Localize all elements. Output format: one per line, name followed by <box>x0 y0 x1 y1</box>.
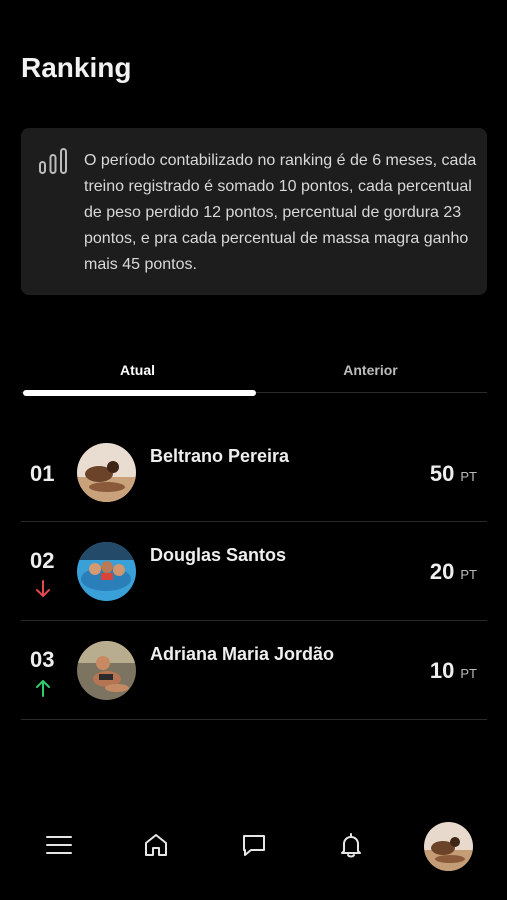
arrow-down-icon <box>36 580 50 597</box>
ranking-row[interactable]: 02 Douglas Santos 20 PT <box>21 522 487 621</box>
tab-active-indicator <box>23 390 256 396</box>
tab-anterior[interactable]: Anterior <box>254 362 487 378</box>
arrow-up-icon <box>36 680 50 697</box>
chat-icon[interactable] <box>239 830 269 860</box>
page-title: Ranking <box>21 52 132 83</box>
bottom-navigation <box>0 818 507 878</box>
user-avatar <box>77 641 136 700</box>
ranking-info-text: O período contabilizado no ranking é de … <box>84 152 477 273</box>
rank-position: 02 <box>30 548 55 573</box>
points-value: 20 <box>429 559 455 584</box>
ranking-info-card: O período contabilizado no ranking é de … <box>21 128 487 295</box>
profile-avatar[interactable] <box>424 822 473 871</box>
user-points: 50 PT <box>430 461 477 487</box>
user-name: Douglas Santos <box>150 545 287 565</box>
home-icon[interactable] <box>141 830 171 860</box>
user-name: Adriana Maria Jordão <box>150 644 335 664</box>
user-points: 20 PT <box>430 559 477 585</box>
user-avatar <box>77 443 136 502</box>
points-unit: PT <box>460 469 477 484</box>
points-value: 10 <box>429 658 455 683</box>
user-avatar <box>77 542 136 601</box>
user-name: Beltrano Pereira <box>150 446 290 466</box>
rank-position: 01 <box>30 461 55 486</box>
ranking-row[interactable]: 01 Beltrano Pereira 50 PT <box>21 423 487 522</box>
points-value: 50 <box>429 461 455 486</box>
ranking-row[interactable]: 03 Adriana Maria Jordão 10 PT <box>21 621 487 720</box>
points-unit: PT <box>460 666 477 681</box>
user-points: 10 PT <box>430 658 477 684</box>
menu-icon[interactable] <box>44 830 74 860</box>
tab-atual[interactable]: Atual <box>21 362 254 378</box>
ranking-screen: Ranking O período contabilizado no ranki… <box>0 0 507 900</box>
rank-position: 03 <box>30 647 55 672</box>
bar-chart-icon <box>39 148 67 174</box>
points-unit: PT <box>460 567 477 582</box>
bell-icon[interactable] <box>336 830 366 860</box>
ranking-tabs: Atual Anterior <box>21 362 487 398</box>
